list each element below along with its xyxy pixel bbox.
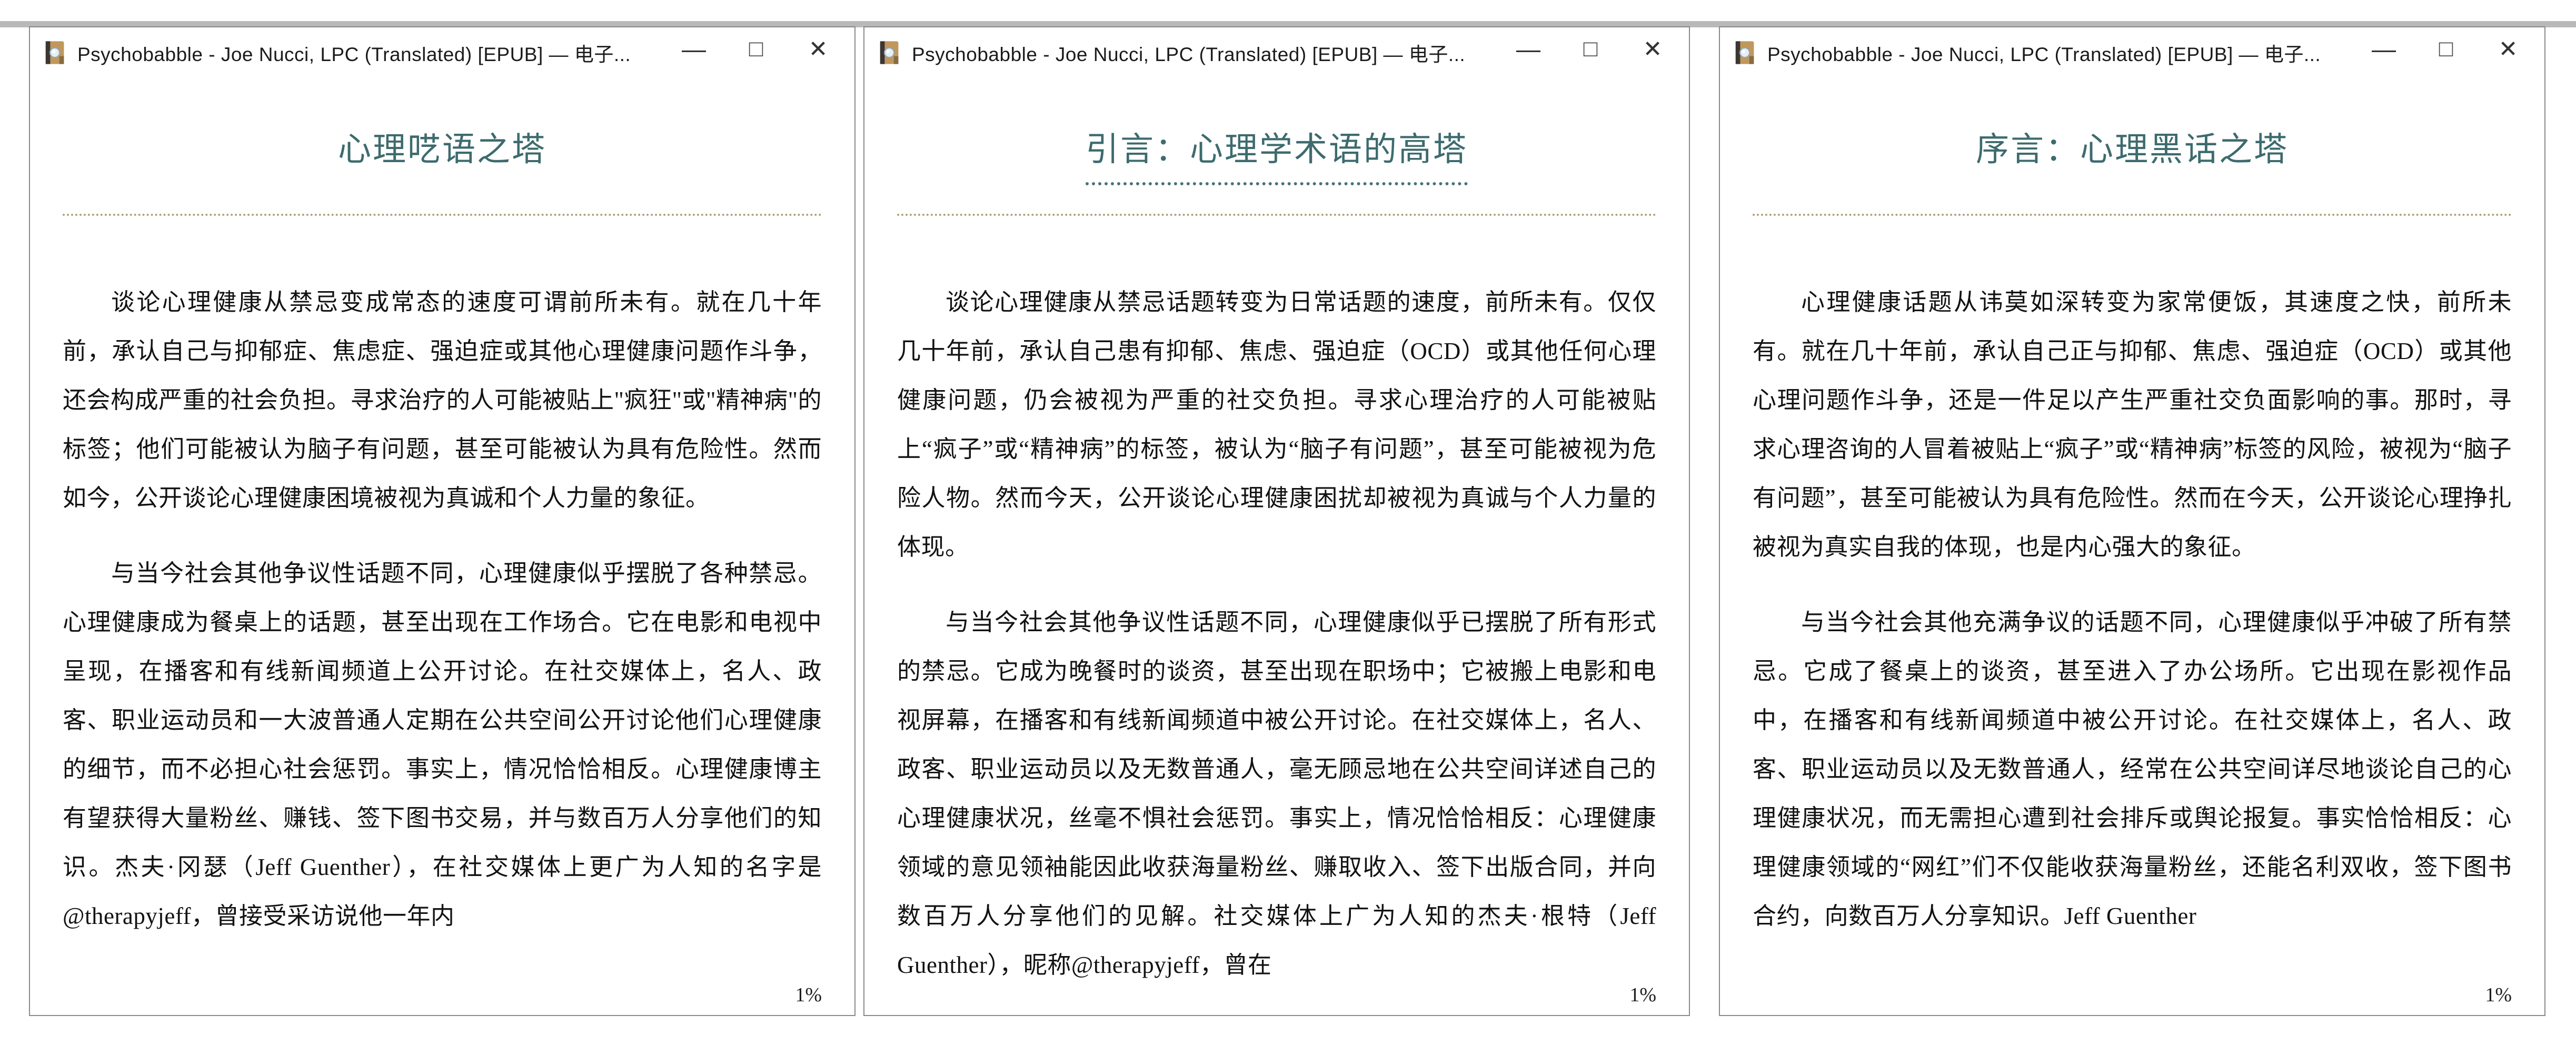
window-title: Psychobabble - Joe Nucci, LPC (Translate… xyxy=(912,38,1497,67)
book-reader-app-icon xyxy=(875,39,902,66)
chapter-body: 心理健康话题从讳莫如深转变为家常便饭，其速度之快，前所未有。就在几十年前，承认自… xyxy=(1753,278,2512,941)
paragraph: 心理健康话题从讳莫如深转变为家常便饭，其速度之快，前所未有。就在几十年前，承认自… xyxy=(1753,278,2512,572)
maximize-button[interactable]: □ xyxy=(2415,28,2477,70)
paragraph: 与当今社会其他充满争议的话题不同，心理健康似乎冲破了所有禁忌。它成了餐桌上的谈资… xyxy=(1753,598,2512,941)
heading-separator xyxy=(897,214,1656,216)
minimize-button[interactable]: — xyxy=(2353,28,2415,77)
paragraph: 谈论心理健康从禁忌话题转变为日常话题的速度，前所未有。仅仅几十年前，承认自己患有… xyxy=(897,278,1656,572)
minimize-button[interactable]: — xyxy=(663,28,725,77)
heading-separator xyxy=(63,214,822,216)
close-button[interactable]: ✕ xyxy=(787,28,849,70)
book-page[interactable]: 序言：心理黑话之塔 心理健康话题从讳莫如深转变为家常便饭，其速度之快，前所未有。… xyxy=(1720,78,2544,1015)
paragraph: 谈论心理健康从禁忌变成常态的速度可谓前所未有。就在几十年前，承认自己与抑郁症、焦… xyxy=(63,278,822,523)
window-controls: — □ ✕ xyxy=(1497,28,1684,77)
chapter-heading: 序言：心理黑话之塔 xyxy=(1753,124,2512,175)
window-title: Psychobabble - Joe Nucci, LPC (Translate… xyxy=(77,38,663,67)
book-reader-app-icon xyxy=(1730,39,1758,66)
close-button[interactable]: ✕ xyxy=(2477,28,2539,70)
titlebar[interactable]: Psychobabble - Joe Nucci, LPC (Translate… xyxy=(30,27,854,78)
reading-progress: 1% xyxy=(2474,983,2512,1007)
reading-progress: 1% xyxy=(784,983,822,1007)
close-button[interactable]: ✕ xyxy=(1622,28,1684,70)
minimize-button[interactable]: — xyxy=(1497,28,1559,77)
titlebar[interactable]: Psychobabble - Joe Nucci, LPC (Translate… xyxy=(864,27,1689,78)
heading-separator xyxy=(1753,214,2512,216)
window-controls: — □ ✕ xyxy=(2353,28,2539,77)
book-page[interactable]: 引言：心理学术语的高塔 谈论心理健康从禁忌话题转变为日常话题的速度，前所未有。仅… xyxy=(864,78,1689,1015)
paragraph: 与当今社会其他争议性话题不同，心理健康似乎已摆脱了所有形式的禁忌。它成为晚餐时的… xyxy=(897,598,1656,990)
titlebar[interactable]: Psychobabble - Joe Nucci, LPC (Translate… xyxy=(1720,27,2544,78)
ebook-reader-window-3: Psychobabble - Joe Nucci, LPC (Translate… xyxy=(1719,26,2545,1016)
book-page[interactable]: 心理呓语之塔 谈论心理健康从禁忌变成常态的速度可谓前所未有。就在几十年前，承认自… xyxy=(30,78,854,1015)
window-title: Psychobabble - Joe Nucci, LPC (Translate… xyxy=(1767,38,2353,67)
chapter-heading: 引言：心理学术语的高塔 xyxy=(897,124,1656,175)
maximize-button[interactable]: □ xyxy=(725,28,787,70)
paragraph: 与当今社会其他争议性话题不同，心理健康似乎摆脱了各种禁忌。心理健康成为餐桌上的话… xyxy=(63,549,822,941)
desktop: Psychobabble - Joe Nucci, LPC (Translate… xyxy=(0,0,2576,1045)
maximize-button[interactable]: □ xyxy=(1559,28,1622,70)
reading-progress: 1% xyxy=(1619,983,1656,1007)
chapter-body: 谈论心理健康从禁忌变成常态的速度可谓前所未有。就在几十年前，承认自己与抑郁症、焦… xyxy=(63,278,822,941)
chapter-body: 谈论心理健康从禁忌话题转变为日常话题的速度，前所未有。仅仅几十年前，承认自己患有… xyxy=(897,278,1656,990)
ebook-reader-window-2: Psychobabble - Joe Nucci, LPC (Translate… xyxy=(863,26,1690,1016)
book-reader-app-icon xyxy=(41,39,68,66)
chapter-heading: 心理呓语之塔 xyxy=(63,124,822,175)
ebook-reader-window-1: Psychobabble - Joe Nucci, LPC (Translate… xyxy=(29,26,856,1016)
window-controls: — □ ✕ xyxy=(663,28,849,77)
